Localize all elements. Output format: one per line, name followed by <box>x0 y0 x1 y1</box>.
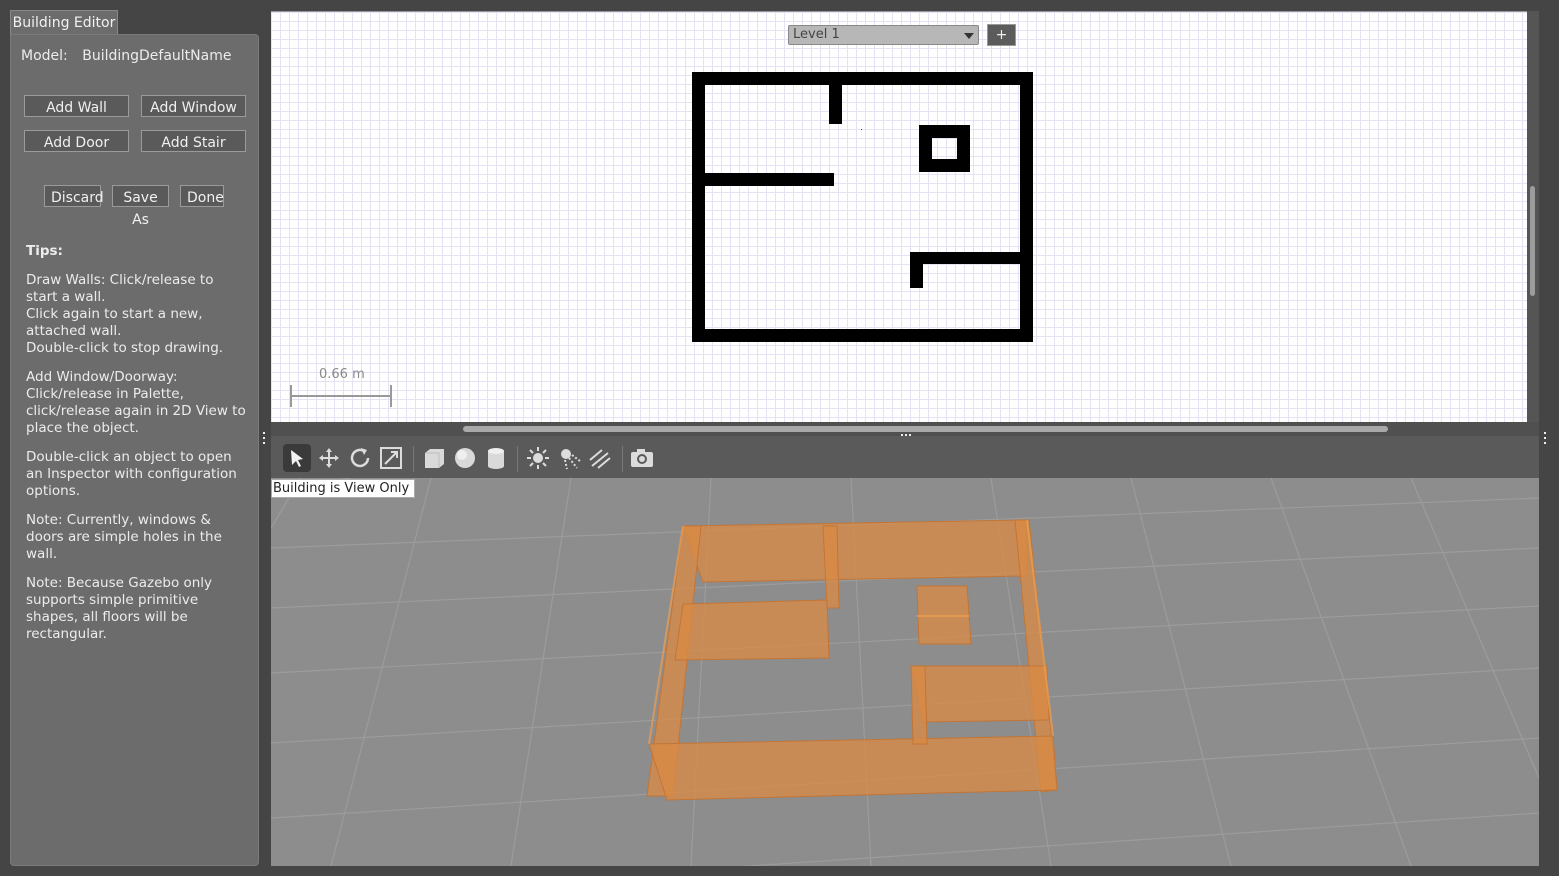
model-label: Model: <box>21 48 68 64</box>
wall-inner-vertical-right[interactable] <box>910 252 923 288</box>
tip-add-window: Add Window/Doorway: Click/release in Pal… <box>26 369 246 436</box>
pillar-box[interactable] <box>919 125 970 172</box>
scale-bar-tick-right <box>390 385 392 407</box>
tip-floors: Note: Because Gazebo only supports simpl… <box>26 575 213 642</box>
wall-bottom[interactable] <box>692 329 1033 342</box>
view-only-status: Building is View Only <box>271 479 416 498</box>
add-level-button[interactable]: + <box>987 24 1016 46</box>
wall-3d-inner-vertical-right[interactable] <box>910 665 928 745</box>
rotate-icon[interactable] <box>346 444 374 472</box>
spot-light-icon[interactable] <box>555 444 583 472</box>
model-row: Model: BuildingDefaultName <box>21 48 231 64</box>
tips-title: Tips: <box>26 243 63 259</box>
wall-right[interactable] <box>1020 72 1033 342</box>
screenshot-icon[interactable] <box>628 444 656 472</box>
scale-bar-tick-left <box>290 385 292 407</box>
directional-light-icon[interactable] <box>586 444 614 472</box>
scene-3d-canvas[interactable] <box>271 478 1539 866</box>
point-light-icon[interactable] <box>524 444 552 472</box>
scale-bar <box>291 395 391 397</box>
splitter-handle-left[interactable] <box>262 432 266 444</box>
tip-holes: Note: Currently, windows & doors are sim… <box>26 512 222 562</box>
splitter-handle-right[interactable] <box>1543 432 1547 444</box>
wall-left[interactable] <box>692 72 705 342</box>
toolbar-separator <box>622 446 623 472</box>
wall-3d-inner-vertical-top[interactable] <box>822 525 840 609</box>
wall-3d-inner-horizontal-left[interactable] <box>674 599 830 661</box>
building-editor-tab[interactable]: Building Editor <box>10 10 118 34</box>
level-select-value: Level 1 <box>793 27 840 42</box>
cylinder-icon[interactable] <box>482 444 510 472</box>
box-icon[interactable] <box>420 444 448 472</box>
done-button[interactable]: Done <box>180 185 224 207</box>
wall-3d-inner-horizontal-right[interactable] <box>910 665 1050 723</box>
wall-3d-bottom[interactable] <box>648 735 1058 801</box>
add-door-button[interactable]: Add Door <box>24 130 129 152</box>
building-3d-model[interactable] <box>646 519 1058 801</box>
tips-section: Tips: Draw Walls: Click/release to start… <box>26 243 248 655</box>
cursor-dot <box>861 129 862 130</box>
model-name[interactable]: BuildingDefaultName <box>82 48 231 64</box>
add-wall-button[interactable]: Add Wall <box>24 95 129 117</box>
wall-inner-horizontal-left[interactable] <box>692 173 834 186</box>
add-stair-button[interactable]: Add Stair <box>141 130 246 152</box>
building-editor-palette: Model: BuildingDefaultName Add Wall Add … <box>10 34 259 866</box>
wall-inner-horizontal-right[interactable] <box>910 252 1025 264</box>
wall-3d-top[interactable] <box>682 519 1028 583</box>
tip-draw-walls: Draw Walls: Click/release to start a wal… <box>26 272 224 356</box>
chevron-down-icon <box>964 33 974 39</box>
save-as-button[interactable]: Save As <box>112 185 169 228</box>
toolbar-separator <box>517 446 518 472</box>
wall-inner-vertical-top[interactable] <box>829 72 842 124</box>
horizontal-scrollbar-thumb[interactable] <box>463 426 1388 432</box>
toolbar-separator <box>413 446 414 472</box>
vertical-scrollbar-thumb[interactable] <box>1530 186 1535 296</box>
tip-inspector: Double-click an object to open an Inspec… <box>26 449 237 499</box>
building-3d-view[interactable] <box>271 478 1539 866</box>
scale-icon[interactable] <box>377 444 405 472</box>
select-arrow-icon[interactable] <box>283 444 311 472</box>
translate-icon[interactable] <box>315 444 343 472</box>
building-2d-view[interactable]: Level 1 + 0.66 m <box>271 11 1527 423</box>
level-select[interactable]: Level 1 <box>788 25 979 45</box>
wall-top[interactable] <box>692 72 1033 85</box>
discard-button[interactable]: Discard <box>44 185 104 207</box>
scale-label: 0.66 m <box>319 367 365 382</box>
add-window-button[interactable]: Add Window <box>141 95 246 117</box>
sphere-icon[interactable] <box>451 444 479 472</box>
